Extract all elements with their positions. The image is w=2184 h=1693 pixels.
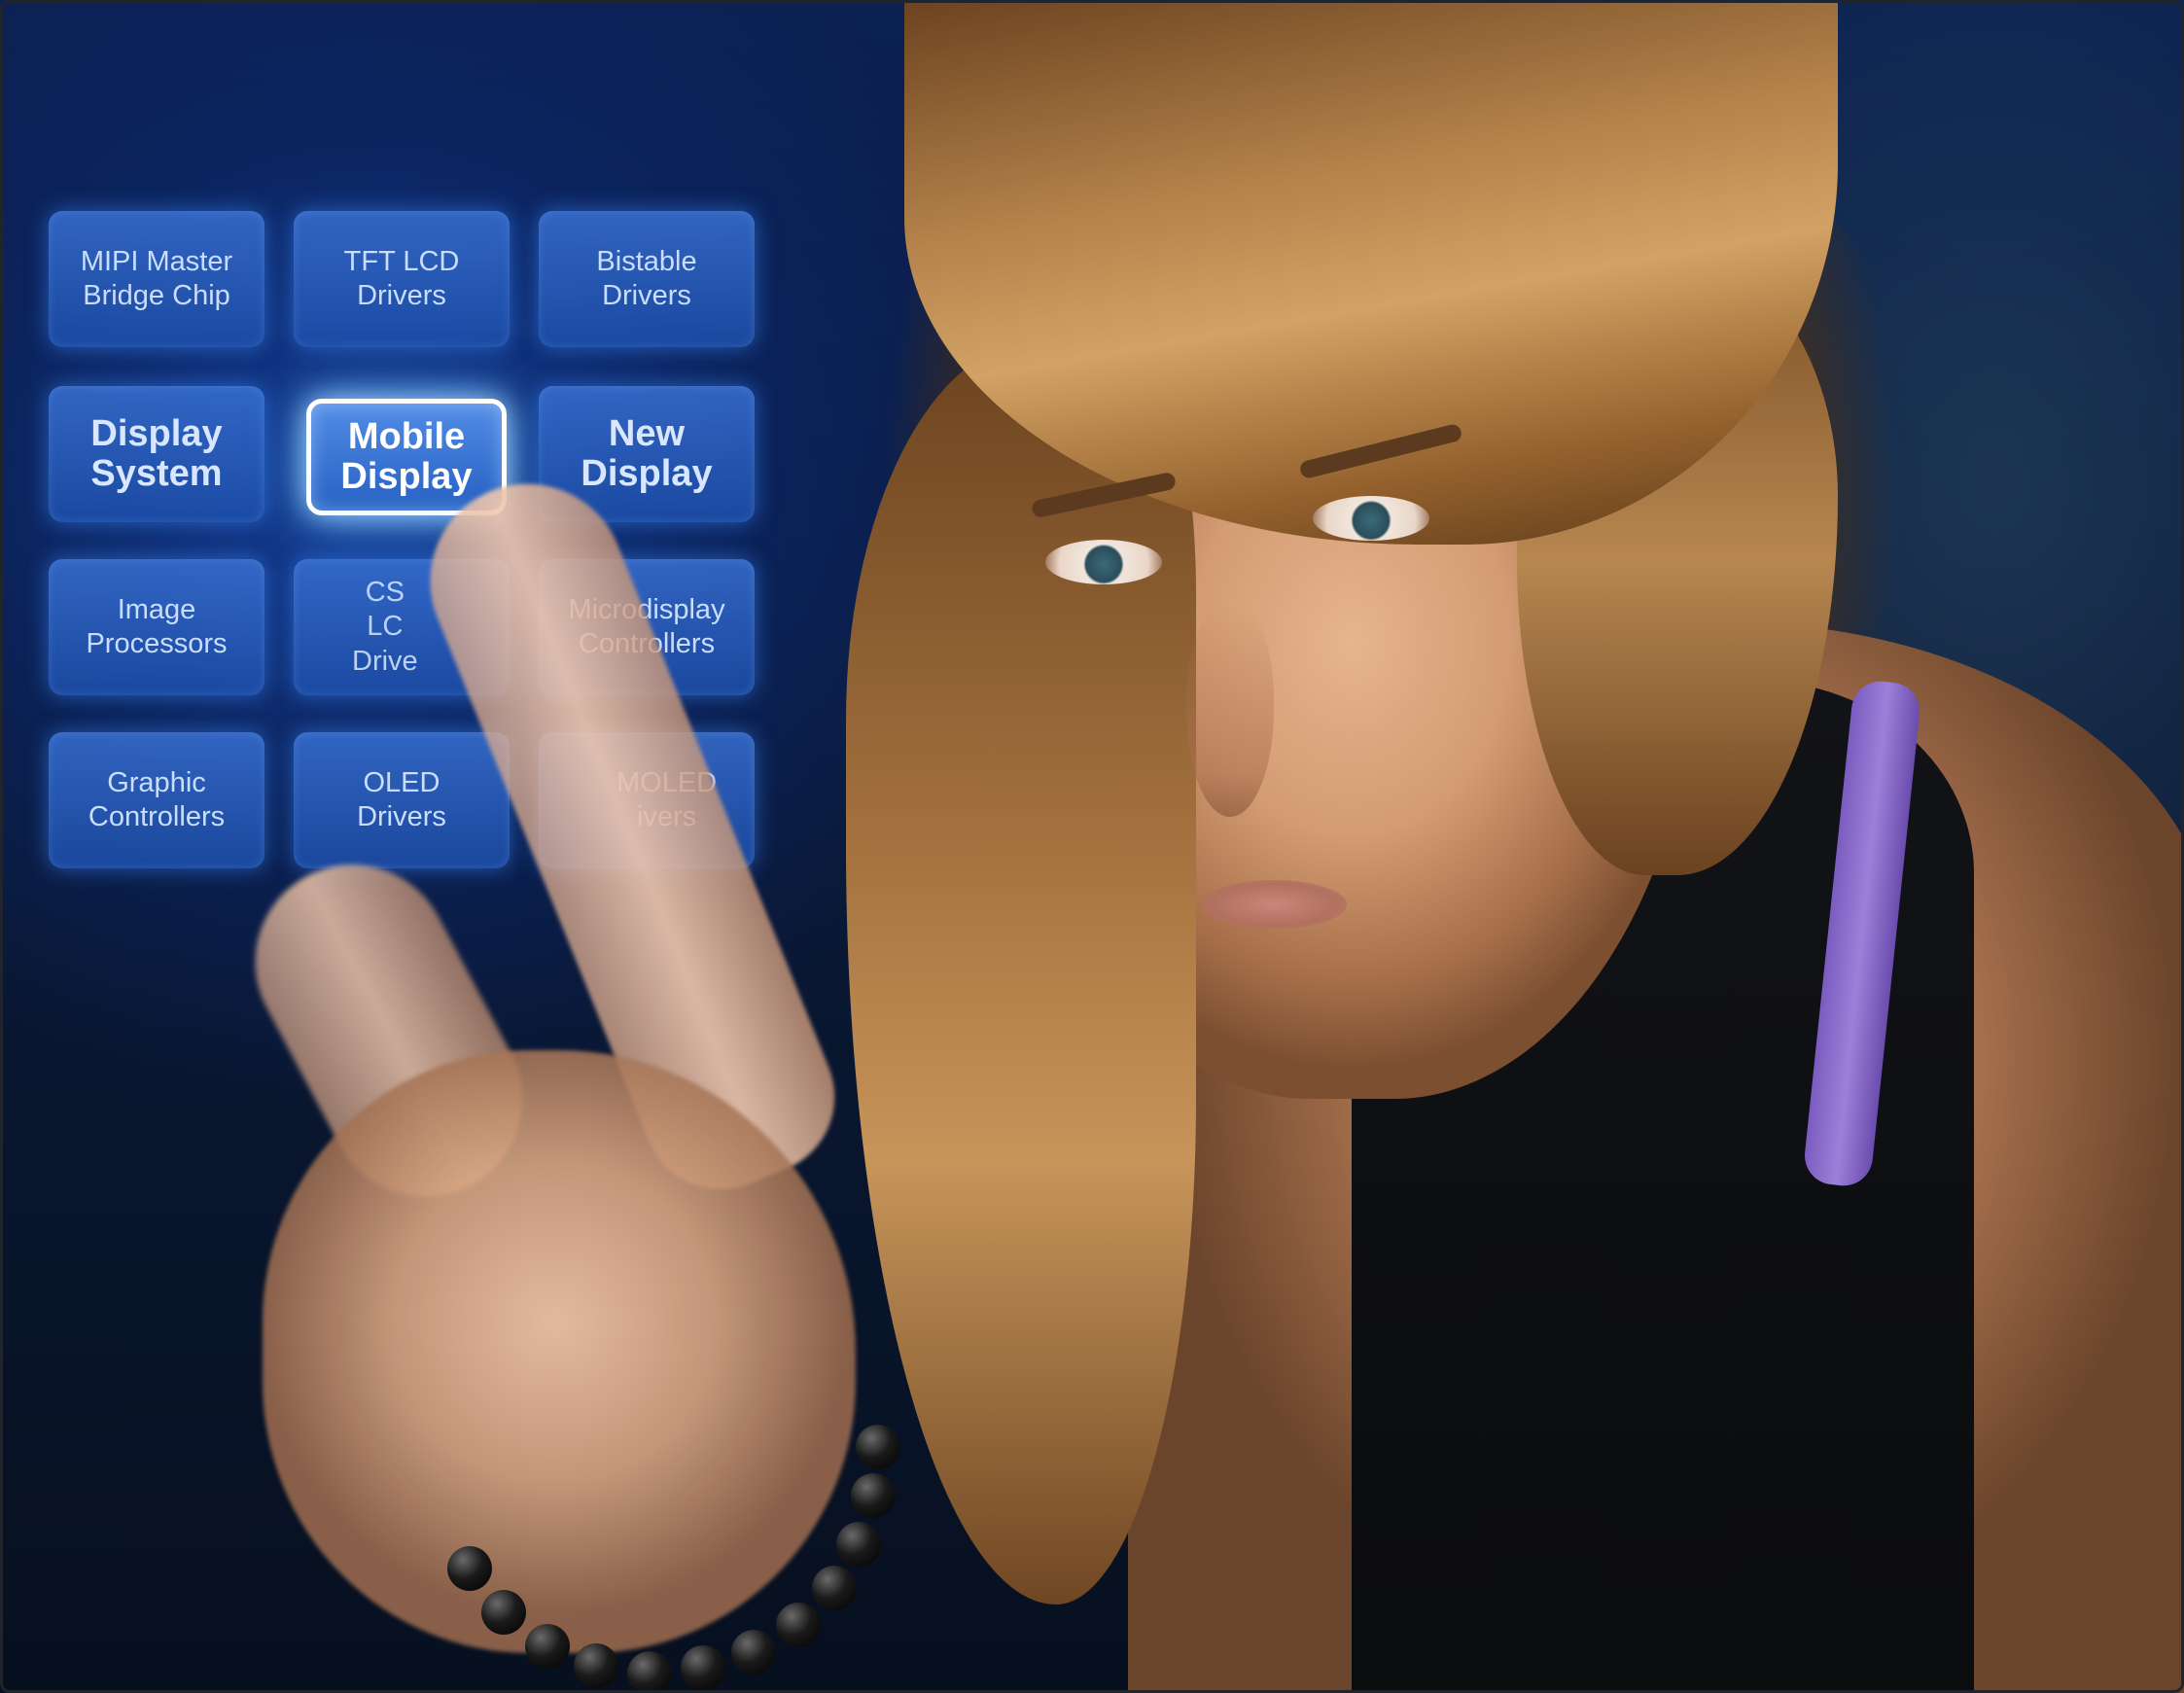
bead (812, 1566, 857, 1610)
bead (731, 1630, 776, 1675)
bead (481, 1590, 526, 1635)
tile-display-system[interactable]: Display System (49, 386, 264, 522)
tile-mipi-master-bridge-chip[interactable]: MIPI Master Bridge Chip (49, 211, 264, 347)
bead (447, 1546, 492, 1591)
beaded-bracelet (428, 1400, 933, 1693)
lips (1201, 880, 1347, 929)
bead (851, 1473, 896, 1518)
tile-graphic-controllers[interactable]: Graphic Controllers (49, 732, 264, 868)
tile-bistable-drivers[interactable]: Bistable Drivers (539, 211, 755, 347)
nose (1186, 603, 1274, 817)
touch-interface-scene: MIPI Master Bridge Chip TFT LCD Drivers … (0, 0, 2184, 1693)
tile-image-processors[interactable]: Image Processors (49, 559, 264, 695)
bead (525, 1624, 570, 1669)
eye-left (1045, 540, 1162, 584)
bead (856, 1425, 900, 1469)
tile-oled-drivers[interactable]: OLED Drivers (294, 732, 510, 868)
bead (627, 1651, 672, 1693)
bead (574, 1643, 618, 1688)
tile-tft-lcd-drivers[interactable]: TFT LCD Drivers (294, 211, 510, 347)
bead (681, 1645, 725, 1690)
bead (776, 1603, 821, 1647)
eye-right (1313, 496, 1429, 541)
bead (836, 1522, 881, 1567)
